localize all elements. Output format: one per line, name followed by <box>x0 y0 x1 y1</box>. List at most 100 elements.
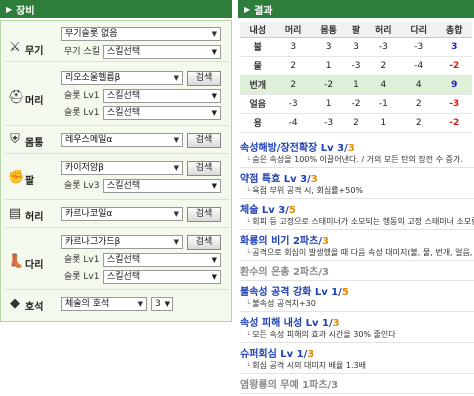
skill-description: 공격으로 회심이 발생했을 때 다음 속성 대미지(불, 물, 번개, 얼음, … <box>240 247 474 258</box>
waist-search-button[interactable]: 검색 <box>187 207 221 222</box>
skill-title-text: 슈퍼회심 Lv 1/ <box>240 349 308 360</box>
skill-max-level: 5 <box>288 205 296 216</box>
skill-item: 속성해방/장전확장 Lv 3/3숨은 속성을 100% 이끌어낸다. / 거의 … <box>240 139 474 168</box>
result-header-title: 결과 <box>254 5 273 17</box>
charm-level-select[interactable]: 3 ▼ <box>151 297 173 311</box>
skill-max-level: 3 <box>310 174 318 185</box>
armor-icon: ⛨ <box>10 132 20 147</box>
skill-title: 환수의 은총 2파츠/3 <box>240 263 474 278</box>
skill-title: 불속성 공격 강화 Lv 1/5 <box>240 283 474 298</box>
waist-item-select[interactable]: 카르나코일α ▼ <box>61 207 183 221</box>
arm-item-select[interactable]: 카이저암β ▼ <box>61 161 183 175</box>
chevron-down-icon: ▼ <box>173 238 179 246</box>
weapon-skill-select[interactable]: 스킬선택 ▼ <box>103 45 221 59</box>
resistance-value-cell: -2 <box>310 75 347 95</box>
weapon-item-select[interactable]: 무기슬롯 없음 ▼ <box>61 27 221 41</box>
divider <box>5 153 229 154</box>
resistance-value-cell: 4 <box>365 75 402 95</box>
resistance-value-cell: 3 <box>275 37 311 57</box>
column-header: 내성 <box>240 22 276 38</box>
skill-title: 약점 특효 Lv 3/3 <box>240 170 474 185</box>
weapon-skill-row: 무기 스킬 스킬선택 ▼ <box>61 45 221 59</box>
resistance-value-cell: 1 <box>365 113 402 133</box>
head-skill-row-2: 슬롯 Lv1 스킬선택 ▼ <box>61 106 221 120</box>
skill-item: 화룡의 비기 2파츠/3공격으로 회심이 발생했을 때 다음 속성 대미지(불,… <box>240 232 474 261</box>
skill-title: 속성 피해 내성 Lv 1/3 <box>240 314 474 329</box>
table-row: 물 2 1 -3 2 -4 -2 <box>240 56 472 76</box>
slot-name-waist: 허리 <box>25 212 44 223</box>
leg-skill-select-2[interactable]: 스킬선택 ▼ <box>103 270 221 284</box>
chevron-down-icon: ▼ <box>137 300 143 308</box>
divider <box>5 199 229 200</box>
leg-skill-row-1: 슬롯 Lv1 스킬선택 ▼ <box>61 253 221 267</box>
column-header: 팔 <box>346 22 366 38</box>
head-item-select[interactable]: 리오소울헬름β ▼ <box>61 71 183 85</box>
leg-skill-value-1: 스킬선택 <box>107 255 141 265</box>
column-header: 머리 <box>275 22 311 38</box>
leg-item-value: 카르나그가드β <box>65 237 121 247</box>
leg-search-button[interactable]: 검색 <box>187 235 221 250</box>
column-header: 총합 <box>436 22 472 38</box>
head-skill-value-2: 스킬선택 <box>107 108 141 118</box>
divider <box>240 342 474 343</box>
resistance-value-cell: -2 <box>346 94 366 114</box>
leg-skill-select-1[interactable]: 스킬선택 ▼ <box>103 253 221 267</box>
leg-skill-label-2: 슬롯 Lv1 <box>64 272 100 282</box>
resistance-total-cell: -2 <box>436 56 472 76</box>
slot-name-head: 머리 <box>25 96 44 107</box>
arm-search-button[interactable]: 검색 <box>187 161 221 176</box>
header-arrow-icon: ▶ <box>244 4 251 14</box>
chevron-down-icon: ▼ <box>211 30 217 38</box>
skill-item: 체술 Lv 3/5회피 등 고정으로 스태미너가 소모되는 행동의 고정 스태미… <box>240 201 474 230</box>
leg-item-select[interactable]: 카르나그가드β ▼ <box>61 235 183 249</box>
arm-skill-select[interactable]: 스킬선택 ▼ <box>103 179 221 193</box>
head-item-value: 리오소울헬름β <box>65 73 121 83</box>
resistance-value-cell: -4 <box>401 56 437 76</box>
body-search-button[interactable]: 검색 <box>187 133 221 148</box>
skill-description: 불속성 공격치+30 <box>240 298 474 309</box>
skill-item: 염왕룡의 무예 1파츠/3 <box>240 376 474 394</box>
column-header: 허리 <box>365 22 402 38</box>
slot-name-charm: 호석 <box>25 302 44 313</box>
body-item-value: 레우스메일α <box>65 135 113 145</box>
head-skill-select-2[interactable]: 스킬선택 ▼ <box>103 106 221 120</box>
divider <box>240 260 474 261</box>
head-skill-row-1: 슬롯 Lv1 스킬선택 ▼ <box>61 89 221 103</box>
chevron-down-icon: ▼ <box>211 182 217 190</box>
skill-title-text: 염왕룡의 무예 1파츠/3 <box>240 380 339 391</box>
skill-item: 슈퍼회심 Lv 1/3회심 공격 시의 대미지 배율 1.3배 <box>240 345 474 374</box>
charm-item-select[interactable]: 체술의 호석 ▼ <box>61 297 147 311</box>
arm-item-value: 카이저암β <box>65 163 104 173</box>
divider <box>5 289 229 290</box>
skill-title-text: 체술 Lv 3/ <box>240 205 289 216</box>
chevron-down-icon: ▼ <box>164 300 170 308</box>
skill-max-level: 5 <box>341 287 349 298</box>
resistance-value-cell: -3 <box>401 37 437 57</box>
table-row: 번개 2 -2 1 4 4 9 <box>240 75 472 95</box>
head-skill-value-1: 스킬선택 <box>107 91 141 101</box>
resistance-value-cell: -1 <box>365 94 402 114</box>
weapon-skill-label: 무기 스킬 <box>64 47 100 57</box>
resistance-value-cell: 4 <box>401 75 437 95</box>
skill-title: 속성해방/장전확장 Lv 3/3 <box>240 139 474 154</box>
leg-skill-value-2: 스킬선택 <box>107 272 141 282</box>
skill-description: 회피 등 고정으로 스태미너가 소모되는 행동의 고정 스태미너 소모량 30%… <box>240 216 474 227</box>
resistance-value-cell: 1 <box>310 94 347 114</box>
body-item-select[interactable]: 레우스메일α ▼ <box>61 133 183 147</box>
resistance-attr-cell: 용 <box>240 113 276 133</box>
resistance-value-cell: -3 <box>310 113 347 133</box>
head-search-button[interactable]: 검색 <box>187 71 221 86</box>
skill-max-level: 3 <box>321 236 329 247</box>
weapon-icon: ⚔ <box>9 40 21 55</box>
waist-item-value: 카르나코일α <box>65 209 113 219</box>
head-skill-select-1[interactable]: 스킬선택 ▼ <box>103 89 221 103</box>
resistance-attr-cell: 물 <box>240 56 276 76</box>
divider <box>5 227 229 228</box>
slot-name-leg: 다리 <box>25 260 44 271</box>
chevron-down-icon: ▼ <box>211 256 217 264</box>
chevron-down-icon: ▼ <box>211 109 217 117</box>
charm-level-value: 3 <box>155 299 161 309</box>
leg-skill-row-2: 슬롯 Lv1 스킬선택 ▼ <box>61 270 221 284</box>
skill-description: 회심 공격 시의 대미지 배율 1.3배 <box>240 360 474 371</box>
weapon-item-value: 무기슬롯 없음 <box>65 29 118 39</box>
